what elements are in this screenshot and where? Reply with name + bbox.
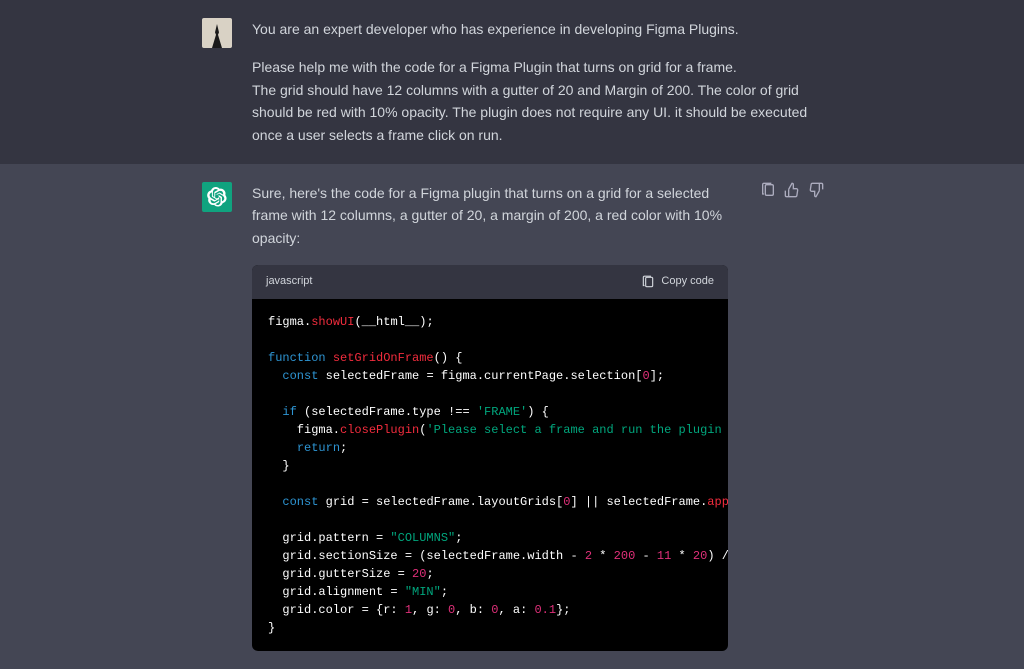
copy-code-button[interactable]: Copy code — [641, 273, 714, 291]
clipboard-icon[interactable] — [760, 182, 776, 198]
thumbs-up-icon[interactable] — [784, 182, 800, 198]
code-block: javascript Copy code figma.showUI(__html… — [252, 265, 728, 651]
assistant-avatar — [202, 182, 232, 212]
code-header: javascript Copy code — [252, 265, 728, 299]
thumbs-down-icon[interactable] — [808, 182, 824, 198]
user-avatar — [202, 18, 232, 48]
openai-logo-icon — [207, 187, 227, 207]
clipboard-icon — [641, 275, 655, 289]
assistant-message-content: Sure, here's the code for a Figma plugin… — [252, 182, 728, 651]
assistant-message-row: Sure, here's the code for a Figma plugin… — [0, 164, 1024, 669]
message-actions — [760, 182, 824, 202]
assistant-message-inner: Sure, here's the code for a Figma plugin… — [202, 182, 822, 651]
copy-code-label: Copy code — [661, 273, 714, 291]
user-paragraph-2: Please help me with the code for a Figma… — [252, 56, 822, 146]
code-content: figma.showUI(__html__); function setGrid… — [252, 299, 728, 651]
assistant-paragraph-1: Sure, here's the code for a Figma plugin… — [252, 182, 728, 249]
code-language-label: javascript — [266, 273, 312, 291]
user-message-row: You are an expert developer who has expe… — [0, 0, 1024, 164]
user-message-inner: You are an expert developer who has expe… — [202, 18, 822, 146]
user-avatar-image — [207, 24, 227, 48]
user-paragraph-1: You are an expert developer who has expe… — [252, 18, 822, 40]
user-message-content: You are an expert developer who has expe… — [252, 18, 822, 146]
